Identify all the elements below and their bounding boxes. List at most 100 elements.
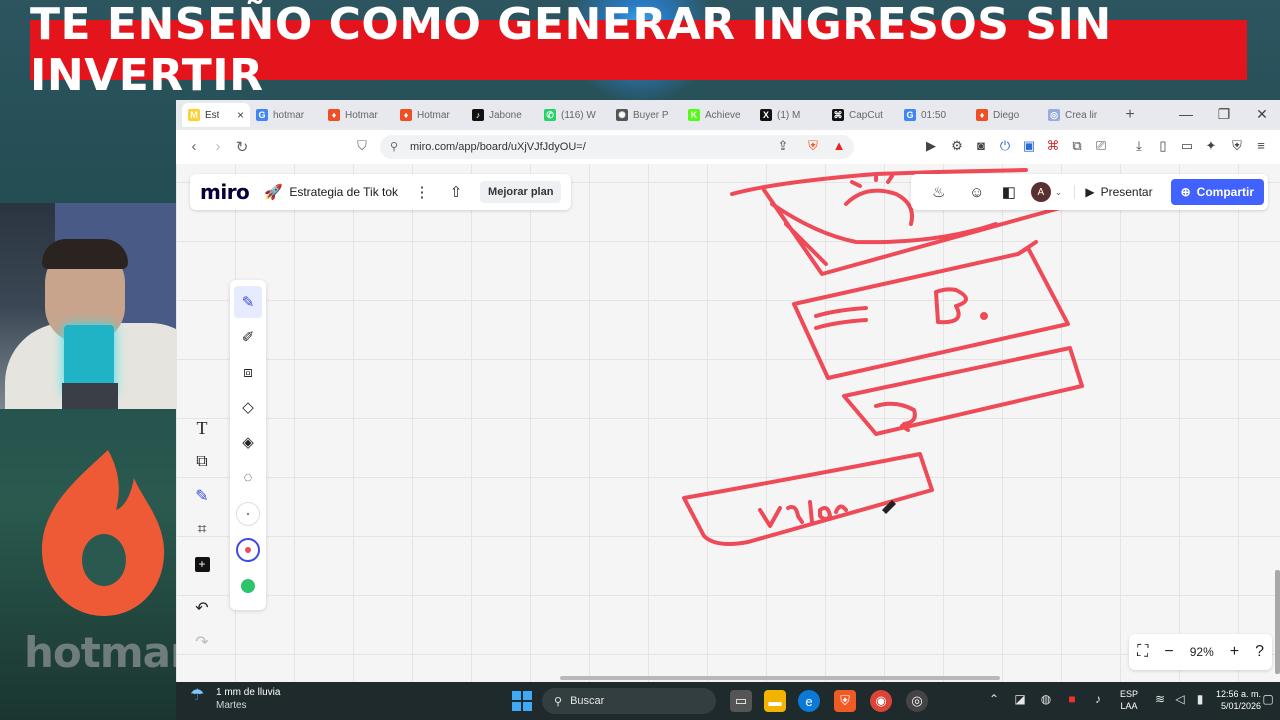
- notifications-icon[interactable]: ▢: [1258, 692, 1278, 706]
- pen-tool-icon[interactable]: ✎: [189, 479, 215, 513]
- leo-icon[interactable]: ✦: [1202, 138, 1220, 154]
- back-icon[interactable]: ‹: [182, 138, 206, 155]
- forward-icon[interactable]: ›: [206, 138, 230, 155]
- miro-logo[interactable]: miro: [200, 180, 250, 204]
- browser-tab[interactable]: ⌘ CapCut: [826, 103, 898, 127]
- color-green-option[interactable]: [236, 574, 260, 598]
- maximize-icon[interactable]: ❐: [1206, 106, 1242, 123]
- comments-icon[interactable]: ☺: [967, 184, 987, 201]
- fit-screen-icon[interactable]: ⛶: [1137, 643, 1148, 661]
- user-avatar[interactable]: A: [1030, 182, 1051, 202]
- browser-tab[interactable]: G 01:50: [898, 103, 970, 127]
- extension-power-icon[interactable]: ⏻: [996, 138, 1014, 154]
- address-bar: ‹ › ↻ ⛉ ⚲ miro.com/app/board/uXjVJfJdyOU…: [176, 130, 1280, 164]
- browser-tab[interactable]: ✆ (116) W: [538, 103, 610, 127]
- horizontal-scrollbar[interactable]: [560, 676, 1000, 680]
- volume-icon[interactable]: ◁: [1170, 692, 1190, 706]
- reactions-icon[interactable]: ♨: [923, 183, 955, 201]
- new-tab-button[interactable]: +: [1120, 106, 1140, 124]
- eraser-icon[interactable]: ◇: [234, 391, 262, 423]
- text-tool-icon[interactable]: T: [189, 411, 215, 445]
- miro-board-canvas[interactable]: miro 🚀 Estrategia de Tik tok ⋮ ⇧ Mejorar…: [176, 164, 1280, 682]
- upgrade-plan-button[interactable]: Mejorar plan: [480, 181, 562, 203]
- close-window-icon[interactable]: ✕: [1244, 106, 1280, 123]
- lasso-icon[interactable]: ◌: [234, 461, 262, 493]
- battery-icon[interactable]: ▮: [1190, 692, 1210, 706]
- tray-record-icon[interactable]: ◍: [1036, 692, 1056, 706]
- smart-draw-icon[interactable]: ⧈: [234, 356, 262, 388]
- chrome-icon[interactable]: ◉: [870, 690, 892, 712]
- browser-tab-label: Diego: [993, 109, 1020, 121]
- zoom-level[interactable]: 92%: [1190, 645, 1214, 659]
- browser-tab[interactable]: ♦ Hotmar: [322, 103, 394, 127]
- language-indicator[interactable]: ESP LAA: [1120, 688, 1138, 712]
- browser-tab[interactable]: ✺ Buyer P: [610, 103, 682, 127]
- browser-tab[interactable]: ♪ Jabone: [466, 103, 538, 127]
- menu-icon[interactable]: ≡: [1252, 138, 1270, 153]
- vpn-icon[interactable]: ⛨: [1228, 138, 1246, 154]
- extension-camera-icon[interactable]: ◙: [972, 138, 990, 153]
- video-call-icon[interactable]: ◧: [999, 183, 1019, 201]
- file-explorer-icon[interactable]: ▬: [764, 690, 786, 712]
- extension-gear-icon[interactable]: ⚙: [948, 138, 966, 154]
- share-button[interactable]: ⊕ Compartir: [1170, 179, 1264, 205]
- browser-tab[interactable]: ♦ Diego: [970, 103, 1042, 127]
- board-menu-icon[interactable]: ⋮: [412, 183, 432, 201]
- bookmark-icon[interactable]: ⛉: [350, 138, 374, 154]
- reload-icon[interactable]: ↻: [230, 138, 254, 156]
- minimize-icon[interactable]: —: [1168, 106, 1204, 122]
- tray-chevron-icon[interactable]: ⌃: [984, 692, 1004, 706]
- extension-play-icon[interactable]: ▶: [922, 138, 940, 154]
- vertical-scrollbar[interactable]: [1275, 570, 1280, 674]
- add-more-icon[interactable]: +: [189, 547, 215, 581]
- undo-icon[interactable]: ↶: [189, 591, 215, 625]
- weather-widget[interactable]: ☂ 1 mm de lluvia Martes: [190, 686, 280, 712]
- highlighter-icon[interactable]: ✐: [234, 321, 262, 353]
- object-eraser-icon[interactable]: ◈: [234, 426, 262, 458]
- export-icon[interactable]: ⇧: [446, 183, 466, 201]
- zoom-in-icon[interactable]: +: [1230, 643, 1239, 661]
- obs-icon[interactable]: ◎: [906, 690, 928, 712]
- color-red-option[interactable]: [236, 538, 260, 562]
- tray-app-icon[interactable]: ◪: [1010, 692, 1030, 706]
- sidebar-icon[interactable]: ▯: [1154, 138, 1172, 154]
- system-clock[interactable]: 12:56 a. m. 5/01/2026: [1216, 688, 1261, 712]
- present-label: Presentar: [1100, 185, 1153, 199]
- shapes-tool-icon[interactable]: ⧉: [189, 445, 215, 479]
- board-title[interactable]: Estrategia de Tik tok: [289, 185, 398, 199]
- phone-stand: [62, 383, 118, 409]
- browser-tab[interactable]: M Est ×: [182, 103, 250, 127]
- download-icon[interactable]: ⤓: [1130, 138, 1148, 154]
- zoom-out-icon[interactable]: −: [1164, 643, 1173, 661]
- help-icon[interactable]: ?: [1255, 643, 1264, 661]
- close-tab-icon[interactable]: ×: [237, 108, 244, 122]
- extension-capcut-icon[interactable]: ⌘: [1044, 138, 1062, 154]
- share-page-icon[interactable]: ⇪: [774, 138, 792, 154]
- redo-icon[interactable]: ↷: [189, 625, 215, 659]
- extensions-icon[interactable]: ⧉: [1068, 138, 1086, 154]
- chevron-down-icon[interactable]: ⌄: [1055, 187, 1063, 198]
- wallet-icon[interactable]: ▭: [1178, 138, 1196, 154]
- browser-tab[interactable]: K Achieve: [682, 103, 754, 127]
- browser-tab[interactable]: Ghotmar: [250, 103, 322, 127]
- windows-start-icon[interactable]: [512, 691, 532, 711]
- stroke-thin-option[interactable]: [236, 502, 260, 526]
- present-button[interactable]: ▶ Presentar: [1074, 185, 1158, 199]
- extension-grid-icon[interactable]: ▣: [1020, 138, 1038, 154]
- browser-tab[interactable]: X (1) M: [754, 103, 826, 127]
- pen-icon[interactable]: ✎: [234, 286, 262, 318]
- brave-rewards-icon[interactable]: ▲: [830, 138, 848, 153]
- brave-shields-icon[interactable]: ⛨: [804, 138, 822, 154]
- taskbar-search[interactable]: ⚲ Buscar: [542, 688, 716, 714]
- browser-tab[interactable]: ♦ Hotmar: [394, 103, 466, 127]
- browser-tab[interactable]: ◎ Crea lir: [1042, 103, 1114, 127]
- frame-tool-icon[interactable]: ⌗: [189, 513, 215, 547]
- site-info-icon[interactable]: ⚲: [390, 140, 398, 153]
- brave-icon[interactable]: ⛨: [834, 690, 856, 712]
- wifi-icon[interactable]: ≋: [1150, 692, 1170, 706]
- edge-icon[interactable]: e: [798, 690, 820, 712]
- task-view-icon[interactable]: ▭: [730, 690, 752, 712]
- tray-red-icon[interactable]: ■: [1062, 692, 1082, 706]
- microphone-icon[interactable]: ♪: [1088, 692, 1108, 706]
- screenshot-icon[interactable]: ⎚: [1092, 138, 1110, 154]
